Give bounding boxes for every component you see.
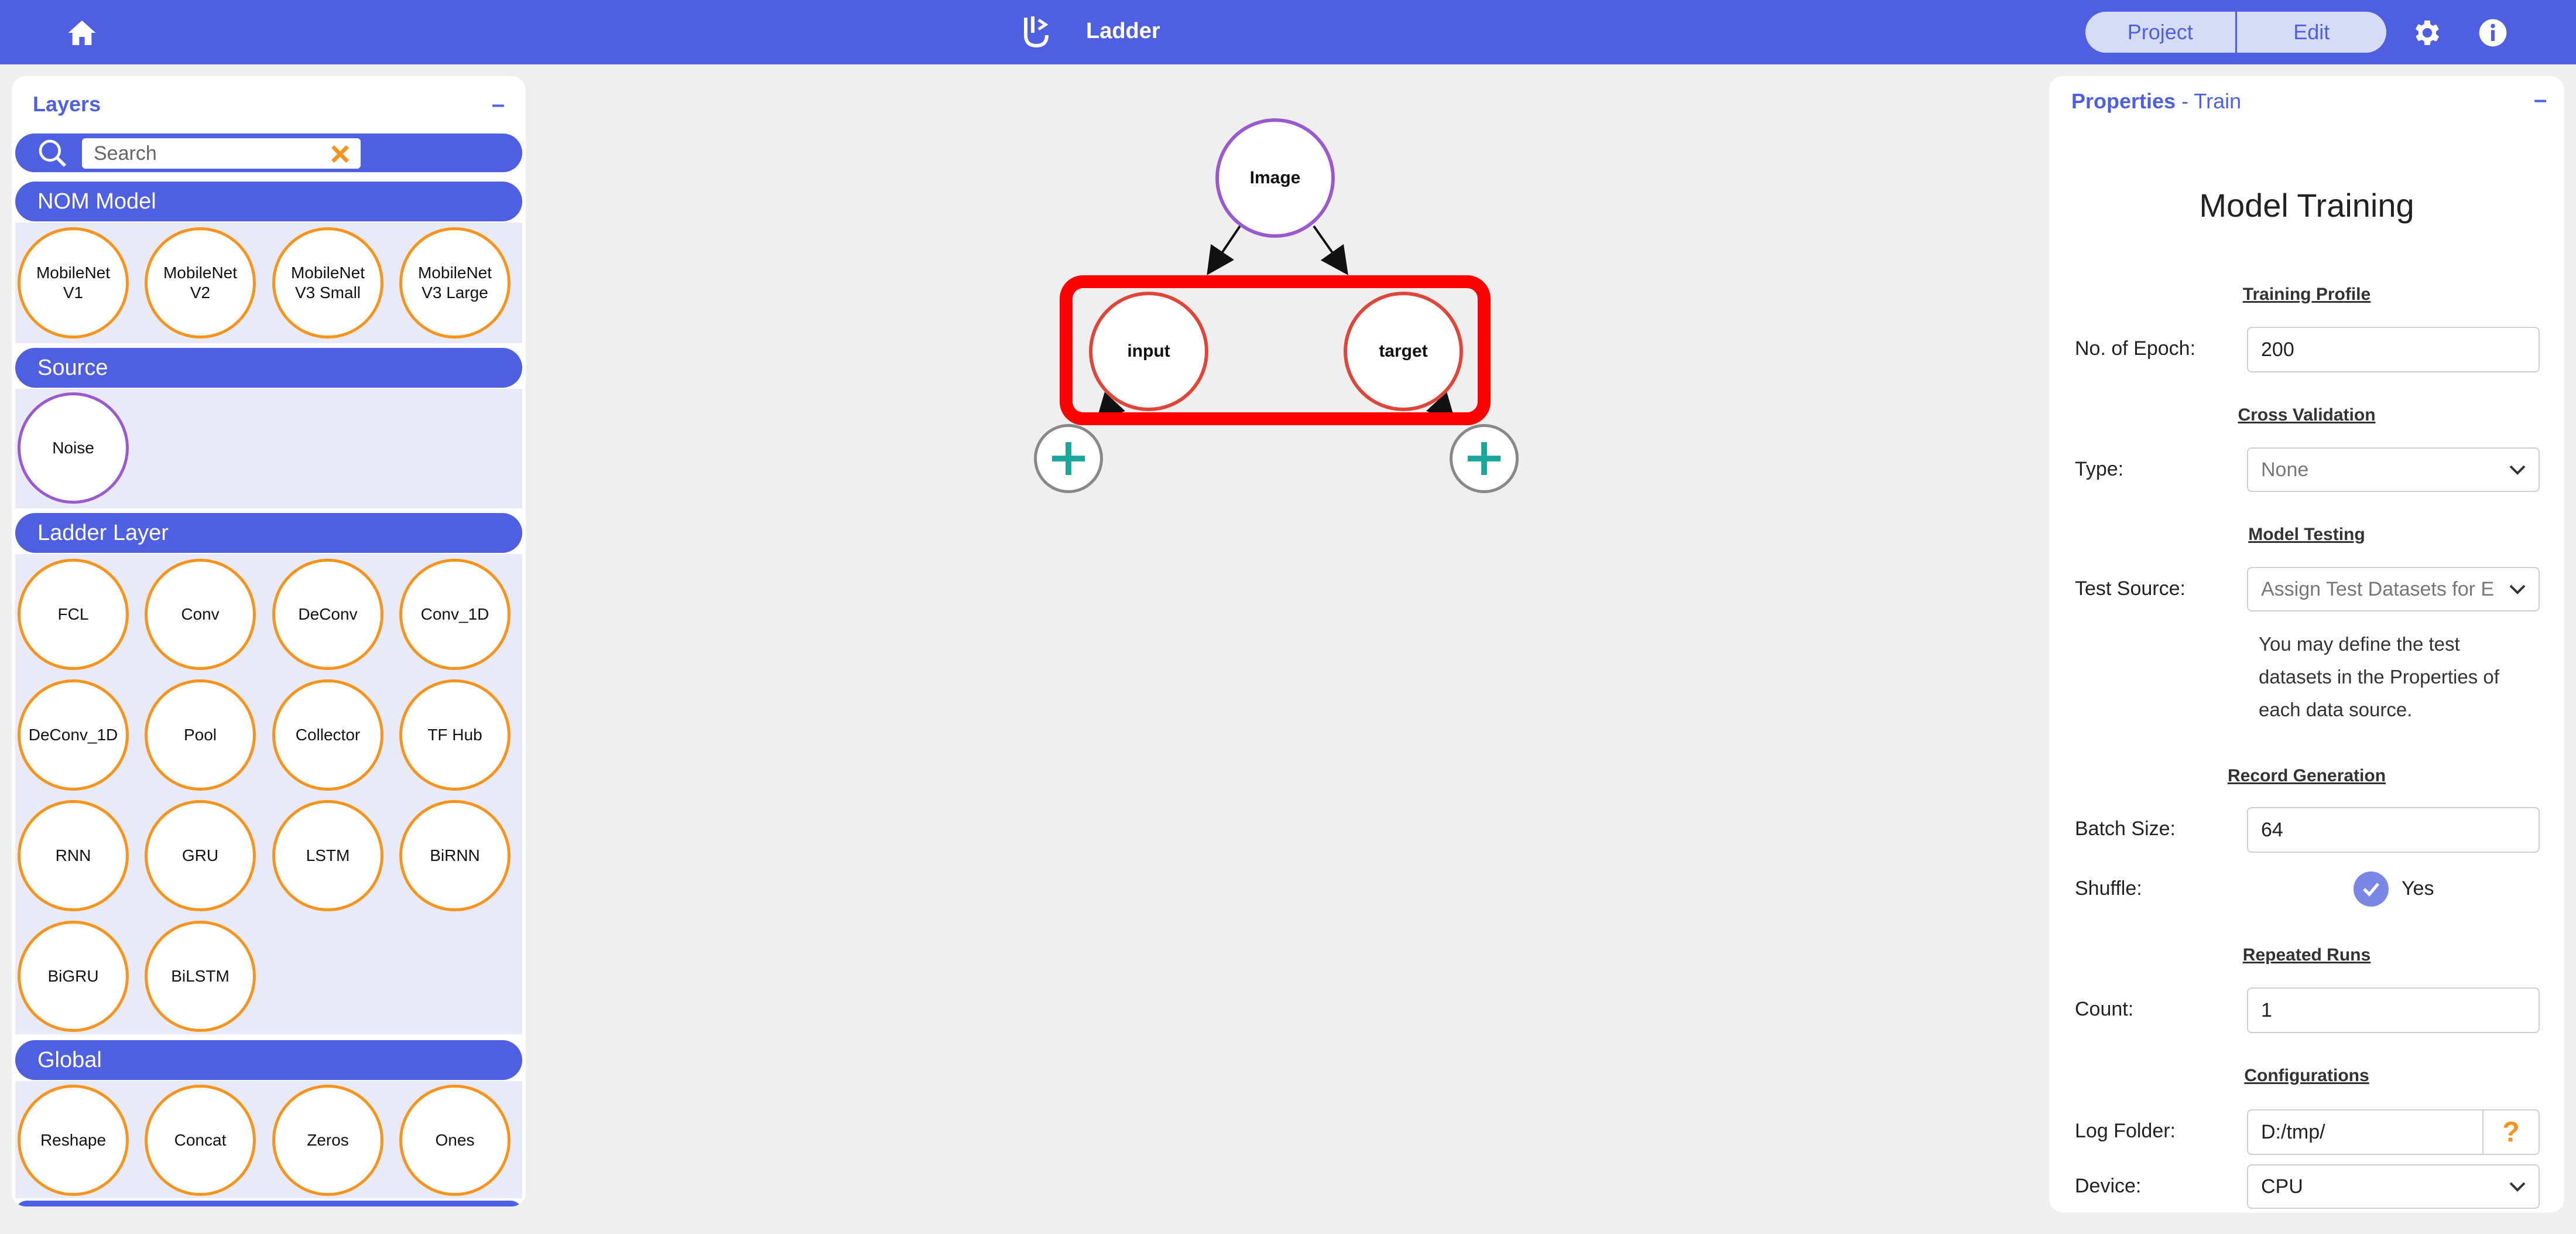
layer-deconv[interactable]: DeConv <box>272 559 383 670</box>
layer-collector[interactable]: Collector <box>272 679 383 791</box>
log-folder-label: Log Folder: <box>2075 1120 2176 1142</box>
section-source[interactable]: Source <box>15 348 522 388</box>
type-label: Type: <box>2075 458 2124 480</box>
layer-zeros[interactable]: Zeros <box>272 1085 383 1196</box>
gear-icon[interactable] <box>2411 16 2444 49</box>
type-select-value: None <box>2261 458 2309 481</box>
section-global[interactable]: Global <box>15 1040 522 1080</box>
layer-search-input[interactable] <box>82 138 361 169</box>
layer-concat[interactable]: Concat <box>145 1085 256 1196</box>
model-training-heading: Model Training <box>2199 187 2414 224</box>
batch-size-label: Batch Size: <box>2075 818 2176 840</box>
layers-panel-header: Layers – <box>12 76 526 132</box>
layer-mobilenet-v3-large[interactable]: MobileNet V3 Large <box>399 227 511 339</box>
record-generation-heading: Record Generation <box>2227 766 2386 785</box>
top-bar: Ladder Project Edit <box>0 0 2576 64</box>
layer-birnn[interactable]: BiRNN <box>399 800 511 911</box>
section-next-partial <box>15 1201 522 1206</box>
add-layer-button-target[interactable] <box>1450 424 1519 493</box>
properties-minimize-button[interactable]: – <box>2534 87 2547 113</box>
training-profile-heading: Training Profile <box>2242 285 2371 304</box>
layer-pool[interactable]: Pool <box>145 679 256 791</box>
device-select[interactable]: CPU <box>2247 1164 2540 1209</box>
epoch-label: No. of Epoch: <box>2075 337 2196 360</box>
configurations-heading: Configurations <box>2244 1066 2369 1085</box>
cross-validation-heading: Cross Validation <box>2238 405 2376 425</box>
device-select-value: CPU <box>2261 1175 2303 1198</box>
layer-mobilenet-v1[interactable]: MobileNet V1 <box>18 227 129 339</box>
clear-search-icon[interactable] <box>328 142 352 166</box>
cross-validation-type-select[interactable]: None <box>2247 447 2540 492</box>
count-input[interactable] <box>2247 987 2540 1033</box>
search-icon <box>36 137 69 170</box>
plus-icon <box>1468 442 1501 475</box>
mode-switch: Project Edit <box>2085 12 2386 53</box>
batch-size-input[interactable] <box>2247 807 2540 853</box>
check-icon <box>2363 883 2379 897</box>
plus-icon <box>1052 442 1085 475</box>
properties-header: Properties - Train <box>2071 89 2241 114</box>
properties-subtitle: - Train <box>2176 89 2242 113</box>
layer-bigru[interactable]: BiGRU <box>18 921 129 1032</box>
epoch-input[interactable] <box>2247 327 2540 372</box>
layers-minimize-button[interactable]: – <box>492 91 505 118</box>
chevron-down-icon <box>2509 1182 2526 1192</box>
chevron-down-icon <box>2509 584 2526 594</box>
layer-conv[interactable]: Conv <box>145 559 256 670</box>
layer-mobilenet-v3-small[interactable]: MobileNet V3 Small <box>272 227 383 339</box>
device-label: Device: <box>2075 1175 2142 1197</box>
info-icon[interactable] <box>2476 16 2509 49</box>
section-ladder-layer-body: FCL Conv DeConv Conv_1D DeConv_1D Pool C… <box>15 554 522 1034</box>
shuffle-value: Yes <box>2402 877 2434 900</box>
project-mode-button[interactable]: Project <box>2085 12 2237 53</box>
test-source-label: Test Source: <box>2075 577 2186 600</box>
section-nom-model-body: MobileNet V1 MobileNet V2 MobileNet V3 S… <box>15 223 522 343</box>
graph-node-image[interactable]: Image <box>1215 118 1335 238</box>
layer-deconv-1d[interactable]: DeConv_1D <box>18 679 129 791</box>
layers-panel-title: Layers <box>33 92 101 116</box>
layer-search-bar <box>15 134 522 172</box>
chevron-down-icon <box>2509 465 2526 475</box>
shuffle-checkbox[interactable] <box>2354 871 2389 907</box>
log-folder-input[interactable] <box>2247 1109 2483 1155</box>
test-source-help-text: You may define the test datasets in the … <box>2259 633 2499 720</box>
section-ladder-layer[interactable]: Ladder Layer <box>15 513 522 553</box>
layer-conv-1d[interactable]: Conv_1D <box>399 559 511 670</box>
layer-gru[interactable]: GRU <box>145 800 256 911</box>
edit-mode-button[interactable]: Edit <box>2237 12 2387 53</box>
ladder-logo-icon <box>1020 14 1055 50</box>
repeated-runs-heading: Repeated Runs <box>2242 945 2371 965</box>
properties-panel: Properties - Train – Model Training Trai… <box>2049 76 2564 1212</box>
shuffle-label: Shuffle: <box>2075 877 2142 900</box>
graph-node-input[interactable]: input <box>1089 292 1208 411</box>
graph-node-target[interactable]: target <box>1344 292 1463 411</box>
app-title: Ladder <box>1086 19 1160 43</box>
properties-title: Properties <box>2071 89 2176 113</box>
layer-ones[interactable]: Ones <box>399 1085 511 1196</box>
layer-lstm[interactable]: LSTM <box>272 800 383 911</box>
add-layer-button-input[interactable] <box>1034 424 1103 493</box>
count-label: Count: <box>2075 998 2134 1020</box>
section-source-body: Noise <box>15 389 522 508</box>
test-source-select[interactable]: Assign Test Datasets for E <box>2247 567 2540 611</box>
layer-fcl[interactable]: FCL <box>18 559 129 670</box>
test-source-value: Assign Test Datasets for E <box>2261 577 2495 600</box>
layer-reshape[interactable]: Reshape <box>18 1085 129 1196</box>
home-icon[interactable] <box>66 16 98 49</box>
layer-noise[interactable]: Noise <box>18 392 129 504</box>
section-nom-model[interactable]: NOM Model <box>15 182 522 221</box>
model-testing-heading: Model Testing <box>2248 525 2365 544</box>
layers-panel: Layers – NOM Model MobileNet V1 MobileNe… <box>12 76 526 1206</box>
layer-bilstm[interactable]: BiLSTM <box>145 921 256 1032</box>
layer-rnn[interactable]: RNN <box>18 800 129 911</box>
section-global-body: Reshape Concat Zeros Ones <box>15 1081 522 1198</box>
layer-mobilenet-v2[interactable]: MobileNet V2 <box>145 227 256 339</box>
layer-tf-hub[interactable]: TF Hub <box>399 679 511 791</box>
log-folder-help-button[interactable]: ? <box>2482 1109 2540 1155</box>
